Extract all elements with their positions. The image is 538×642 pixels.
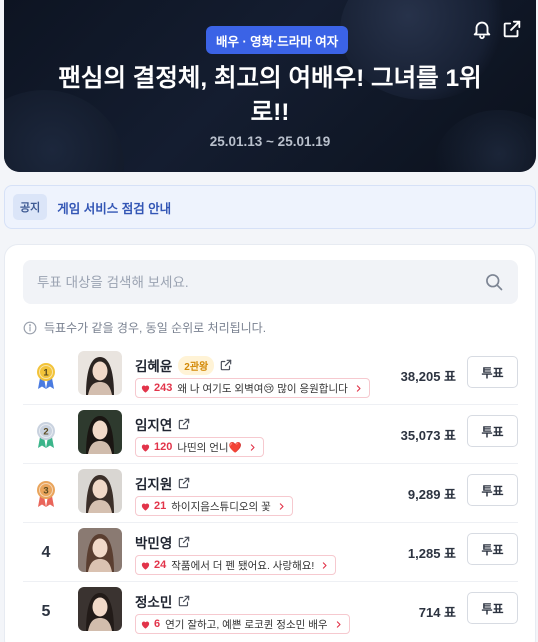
cheer-message[interactable]: 120 나띤의 언니❤️ bbox=[135, 437, 264, 457]
vote-button[interactable]: 투표 bbox=[467, 592, 518, 624]
candidate-row: 5 정소민 6 연기 잘하고, 예쁜 로코퀸 정소민 배우 714 표 투표 bbox=[23, 582, 518, 641]
candidate-name[interactable]: 박민영 bbox=[135, 532, 172, 552]
tie-rule-note: 득표수가 같을 경우, 동일 순위로 처리됩니다. bbox=[23, 319, 266, 336]
name-line: 임지연 bbox=[135, 414, 191, 434]
cheer-text: 나띤의 언니❤️ bbox=[177, 441, 242, 454]
name-line: 김지원 bbox=[135, 473, 191, 493]
candidate-row: 3 김지원 21 하이지음스튜디오의 꽃 9,289 표 투표 bbox=[23, 464, 518, 523]
chevron-right-icon bbox=[356, 384, 361, 392]
cheer-text: 왜 나 여기도 외벽여😢 많이 응원합니다 bbox=[177, 382, 348, 395]
event-banner: 배우 · 영화·드라마 여자 팬심의 결정체, 최고의 여배우! 그녀를 1위로… bbox=[4, 0, 536, 172]
external-link-icon[interactable] bbox=[177, 417, 191, 431]
vote-count: 35,073 표 bbox=[400, 428, 456, 443]
candidate-row: 1 김혜윤 2관왕 243 왜 나 여기도 외벽여😢 많이 응원합니다 38,2… bbox=[23, 346, 518, 405]
name-line: 김혜윤 2관왕 bbox=[135, 355, 233, 375]
rank-medal-icon: 1 bbox=[37, 363, 55, 389]
cheer-count: 120 bbox=[154, 441, 173, 453]
ranking-card: 득표수가 같을 경우, 동일 순위로 처리됩니다. 1 김혜윤 2관왕 bbox=[4, 244, 536, 642]
vote-count: 38,205 표 bbox=[400, 369, 456, 384]
vote-button[interactable]: 투표 bbox=[467, 415, 518, 447]
avatar[interactable] bbox=[78, 469, 122, 513]
chevron-right-icon bbox=[250, 443, 255, 451]
avatar[interactable] bbox=[78, 410, 122, 454]
heart-icon bbox=[141, 562, 150, 570]
rank: 4 bbox=[23, 533, 69, 573]
category-badge: 배우 · 영화·드라마 여자 bbox=[206, 26, 349, 54]
heart-icon bbox=[141, 503, 150, 511]
info-icon bbox=[23, 321, 37, 334]
rank: 2 bbox=[23, 415, 69, 455]
external-link-icon[interactable] bbox=[219, 358, 233, 372]
cheer-count: 21 bbox=[154, 500, 167, 512]
cheer-message[interactable]: 21 하이지음스튜디오의 꽃 bbox=[135, 496, 293, 516]
rank-number: 5 bbox=[41, 603, 51, 620]
vote-button[interactable]: 투표 bbox=[467, 533, 518, 565]
bell-icon[interactable] bbox=[471, 18, 493, 40]
cheer-message[interactable]: 6 연기 잘하고, 예쁜 로코퀸 정소민 배우 bbox=[135, 614, 350, 634]
search-box[interactable] bbox=[23, 260, 518, 304]
vote-count: 9,289 표 bbox=[407, 487, 456, 502]
external-link-icon[interactable] bbox=[177, 594, 191, 608]
heart-icon bbox=[141, 621, 150, 629]
cheer-text: 연기 잘하고, 예쁜 로코퀸 정소민 배우 bbox=[165, 618, 328, 631]
cheer-count: 24 bbox=[154, 559, 167, 571]
external-link-icon[interactable] bbox=[177, 535, 191, 549]
rank-number: 2 bbox=[43, 427, 48, 438]
cheer-text: 작품에서 더 펜 됐어요. 사랑해요! bbox=[171, 559, 315, 572]
vote-button[interactable]: 투표 bbox=[467, 356, 518, 388]
avatar[interactable] bbox=[78, 528, 122, 572]
rank-number: 4 bbox=[41, 544, 51, 561]
cheer-text: 하이지음스튜디오의 꽃 bbox=[171, 500, 271, 513]
name-line: 박민영 bbox=[135, 532, 191, 552]
tie-rule-text: 득표수가 같을 경우, 동일 순위로 처리됩니다. bbox=[44, 321, 267, 335]
cheer-count: 6 bbox=[154, 618, 161, 630]
rank-medal-icon: 3 bbox=[37, 481, 55, 507]
rank-medal-icon: 2 bbox=[37, 422, 55, 448]
rank: 1 bbox=[23, 356, 69, 396]
chevron-right-icon bbox=[323, 561, 327, 569]
name-line: 정소민 bbox=[135, 591, 191, 611]
cheer-count: 243 bbox=[154, 382, 173, 394]
event-title: 팬심의 결정체, 최고의 여배우! 그녀를 1위로!! bbox=[58, 65, 482, 126]
vote-count: 1,285 표 bbox=[407, 546, 456, 561]
avatar[interactable] bbox=[78, 351, 122, 395]
candidate-name[interactable]: 김혜윤 bbox=[135, 355, 172, 375]
candidate-row: 2 임지연 120 나띤의 언니❤️ 35,073 표 투표 bbox=[23, 405, 518, 464]
chevron-right-icon bbox=[279, 502, 284, 510]
candidate-name[interactable]: 임지연 bbox=[135, 414, 172, 434]
rank: 3 bbox=[23, 474, 69, 514]
vote-count: 714 표 bbox=[418, 605, 456, 620]
search-input[interactable] bbox=[23, 260, 518, 304]
cheer-message[interactable]: 24 작품에서 더 펜 됐어요. 사랑해요! bbox=[135, 555, 337, 575]
notice-bar[interactable]: 공지 게임 서비스 점검 안내 bbox=[4, 185, 536, 229]
title-badge: 2관왕 bbox=[178, 355, 215, 375]
avatar[interactable] bbox=[78, 587, 122, 631]
heart-icon bbox=[141, 444, 150, 452]
notice-tag: 공지 bbox=[13, 194, 48, 220]
heart-icon bbox=[141, 385, 150, 393]
external-link-icon[interactable] bbox=[177, 476, 191, 490]
candidate-row: 4 박민영 24 작품에서 더 펜 됐어요. 사랑해요! 1,285 표 투표 bbox=[23, 523, 518, 582]
candidate-name[interactable]: 정소민 bbox=[135, 591, 172, 611]
vote-button[interactable]: 투표 bbox=[467, 474, 518, 506]
rank-number: 3 bbox=[43, 486, 48, 497]
share-icon[interactable] bbox=[501, 18, 523, 40]
rank: 5 bbox=[23, 592, 69, 632]
cheer-message[interactable]: 243 왜 나 여기도 외벽여😢 많이 응원합니다 bbox=[135, 378, 370, 398]
rank-number: 1 bbox=[43, 368, 49, 379]
candidate-name[interactable]: 김지원 bbox=[135, 473, 172, 493]
event-period: 25.01.13 ~ 25.01.19 bbox=[209, 134, 331, 149]
notice-text[interactable]: 게임 서비스 점검 안내 bbox=[57, 198, 171, 217]
search-icon[interactable] bbox=[484, 272, 504, 292]
chevron-right-icon bbox=[336, 620, 341, 628]
